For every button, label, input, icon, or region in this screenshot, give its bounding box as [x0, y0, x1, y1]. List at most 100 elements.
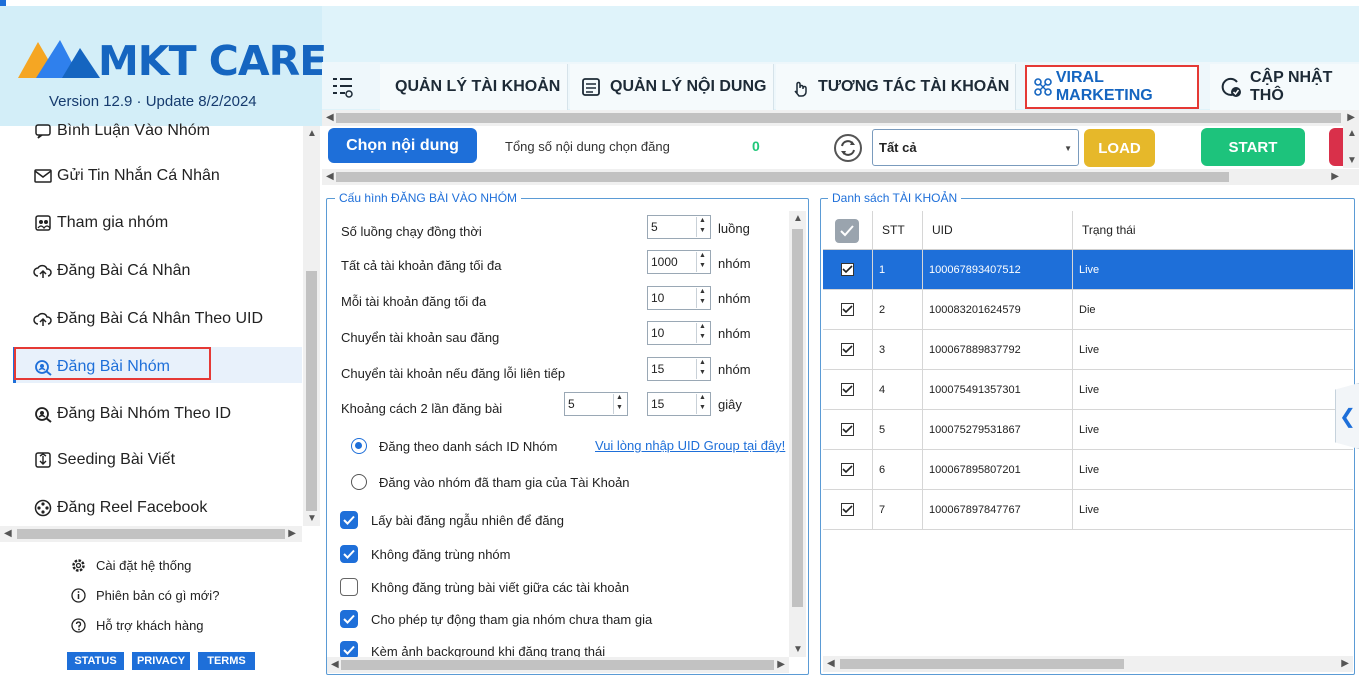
seed-icon — [33, 450, 53, 470]
column-divider — [1072, 211, 1073, 530]
account-horizontal-scrollbar[interactable]: ◀ ▶ — [823, 656, 1353, 672]
row-checkbox[interactable] — [841, 303, 854, 316]
toolbar-horizontal-scrollbar[interactable]: ◀ ▶ — [322, 169, 1359, 185]
row-checkbox[interactable] — [841, 463, 854, 476]
checkbox-auto-join-label: Cho phép tự động tham gia nhóm chưa tham… — [371, 612, 653, 627]
tab-label: TƯƠNG TÁC TÀI KHOẢN — [818, 78, 1010, 95]
start-button[interactable]: START — [1201, 128, 1305, 166]
table-row[interactable]: 3 100067889837792 Live — [823, 330, 1353, 370]
switch-after-label: Chuyển tài khoản sau đăng — [341, 330, 500, 345]
checkbox-auto-join[interactable] — [340, 610, 358, 628]
column-header-uid[interactable]: UID — [932, 223, 953, 237]
table-row[interactable]: 1 100067893407512 Live — [823, 250, 1353, 290]
column-header-status[interactable]: Trạng thái — [1082, 223, 1136, 237]
interval-from-input[interactable]: 5 ▲ ▼ — [564, 392, 628, 416]
collapse-panel-button[interactable]: ❮ — [1335, 383, 1359, 449]
threads-value: 5 — [651, 220, 658, 234]
sidebar-item-send-message[interactable]: Gửi Tin Nhắn Cá Nhân — [33, 166, 220, 186]
status-button[interactable]: STATUS — [67, 652, 124, 670]
max-all-accounts-input[interactable]: 1000 ▲ ▼ — [647, 250, 711, 274]
privacy-button[interactable]: PRIVACY — [132, 652, 190, 670]
toolbar-top-scrollbar[interactable]: ◀ ▶ — [322, 110, 1359, 126]
row-status: Live — [1079, 344, 1100, 356]
chevron-down-icon: ▼ — [1064, 144, 1072, 153]
row-uid: 100067893407512 — [929, 264, 1021, 276]
filter-select[interactable]: Tất cả ▼ — [872, 129, 1079, 166]
stop-button[interactable] — [1329, 128, 1343, 166]
max-all-accounts-unit: nhóm — [718, 256, 751, 271]
config-horizontal-scrollbar[interactable]: ◀ ▶ — [327, 657, 789, 673]
checkbox-no-duplicate-group[interactable] — [340, 545, 358, 563]
row-stt: 1 — [879, 264, 886, 276]
switch-on-error-input[interactable]: 15 ▲ ▼ — [647, 357, 711, 381]
tab-viral-marketing[interactable]: VIRAL MARKETING — [1025, 65, 1199, 109]
row-status: Live — [1079, 424, 1100, 436]
table-row[interactable]: 2 100083201624579 Die — [823, 290, 1353, 330]
row-stt: 5 — [879, 424, 886, 436]
row-status: Live — [1079, 264, 1100, 276]
sidebar-item-personal-post-uid[interactable]: Đăng Bài Cá Nhân Theo UID — [33, 309, 263, 329]
menu-list-icon[interactable] — [330, 74, 356, 100]
threads-label: Số luồng chạy đồng thời — [341, 224, 482, 239]
radio-joined-groups-label: Đăng vào nhóm đã tham gia của Tài Khoản — [379, 475, 630, 490]
tab-content-management[interactable]: QUẢN LÝ NỘI DUNG — [570, 64, 774, 110]
whats-new-link[interactable]: Phiên bản có gì mới? — [70, 587, 219, 603]
table-row[interactable]: 6 100067895807201 Live — [823, 450, 1353, 490]
group-join-icon — [33, 213, 53, 233]
column-header-stt[interactable]: STT — [882, 223, 905, 237]
row-checkbox[interactable] — [841, 343, 854, 356]
table-row[interactable]: 7 100067897847767 Live — [823, 490, 1353, 530]
radio-group-id-list-label: Đăng theo danh sách ID Nhóm — [379, 439, 558, 454]
sidebar-item-label: Đăng Reel Facebook — [57, 499, 208, 516]
sidebar-item-personal-post[interactable]: Đăng Bài Cá Nhân — [33, 261, 190, 281]
select-all-checkbox[interactable] — [835, 219, 859, 243]
refresh-icon[interactable] — [834, 134, 862, 162]
radio-joined-groups[interactable] — [351, 474, 367, 490]
row-uid: 100067895807201 — [929, 464, 1021, 476]
checkbox-random-post[interactable] — [340, 511, 358, 529]
interval-to-input[interactable]: 15 ▲ ▼ — [647, 392, 711, 416]
cloud-upload-icon — [33, 261, 53, 281]
tab-label: CẬP NHẬT THÔ — [1250, 69, 1333, 104]
sidebar-vertical-scrollbar[interactable]: ▲ ▼ — [303, 126, 320, 526]
interval-label: Khoảng cách 2 lần đăng bài — [341, 401, 503, 416]
load-button[interactable]: LOAD — [1084, 129, 1155, 167]
row-checkbox[interactable] — [841, 383, 854, 396]
logo-text: MKT CARE — [98, 37, 327, 85]
footer-link-label: Cài đặt hệ thống — [96, 557, 192, 573]
sidebar-item-seeding[interactable]: Seeding Bài Viết — [33, 450, 175, 470]
sidebar-item-label: Seeding Bài Viết — [57, 451, 176, 468]
config-vertical-scrollbar[interactable]: ▲ ▼ — [789, 211, 806, 657]
mail-icon — [33, 166, 53, 186]
row-checkbox[interactable] — [841, 263, 854, 276]
sidebar-item-group-post-id[interactable]: Đăng Bài Nhóm Theo ID — [33, 404, 231, 424]
sidebar-item-reel[interactable]: Đăng Reel Facebook — [33, 498, 207, 518]
tab-update[interactable]: CẬP NHẬT THÔ — [1210, 64, 1359, 110]
switch-after-input[interactable]: 10 ▲ ▼ — [647, 321, 711, 345]
checkbox-no-duplicate-post[interactable] — [340, 578, 358, 596]
threads-input[interactable]: 5 ▲ ▼ — [647, 215, 711, 239]
customer-support-link[interactable]: Hỗ trợ khách hàng — [70, 617, 204, 633]
tab-account-interaction[interactable]: TƯƠNG TÁC TÀI KHOẢN — [776, 64, 1016, 110]
terms-button[interactable]: TERMS — [198, 652, 255, 670]
table-row[interactable]: 4 100075491357301 Live — [823, 370, 1353, 410]
choose-content-button[interactable]: Chọn nội dung — [328, 128, 477, 163]
search-group-icon — [33, 404, 53, 424]
system-settings-link[interactable]: Cài đặt hệ thống — [70, 557, 191, 573]
tab-account-management[interactable]: QUẢN LÝ TÀI KHOẢN — [380, 64, 568, 110]
enter-group-uid-link[interactable]: Vui lòng nhập UID Group tại đây! — [595, 438, 785, 453]
sidebar-item-join-group[interactable]: Tham gia nhóm — [33, 213, 168, 233]
sidebar-horizontal-scrollbar[interactable]: ◀ ▶ — [0, 526, 302, 542]
radio-group-id-list[interactable] — [351, 438, 367, 454]
toolbar-vertical-scrollbar[interactable]: ▲ ▼ — [1343, 126, 1359, 168]
checkbox-random-post-label: Lấy bài đăng ngẫu nhiên để đăng — [371, 513, 565, 528]
table-row[interactable]: 5 100075279531867 Live — [823, 410, 1353, 450]
mkt-logo-icon — [18, 40, 100, 78]
sidebar-item-comment-group[interactable]: Bình Luận Vào Nhóm — [33, 121, 210, 141]
max-per-account-input[interactable]: 10 ▲ ▼ — [647, 286, 711, 310]
row-checkbox[interactable] — [841, 423, 854, 436]
refresh-check-icon — [1220, 76, 1242, 98]
tab-label: QUẢN LÝ TÀI KHOẢN — [395, 78, 561, 95]
row-checkbox[interactable] — [841, 503, 854, 516]
help-icon — [70, 617, 86, 633]
